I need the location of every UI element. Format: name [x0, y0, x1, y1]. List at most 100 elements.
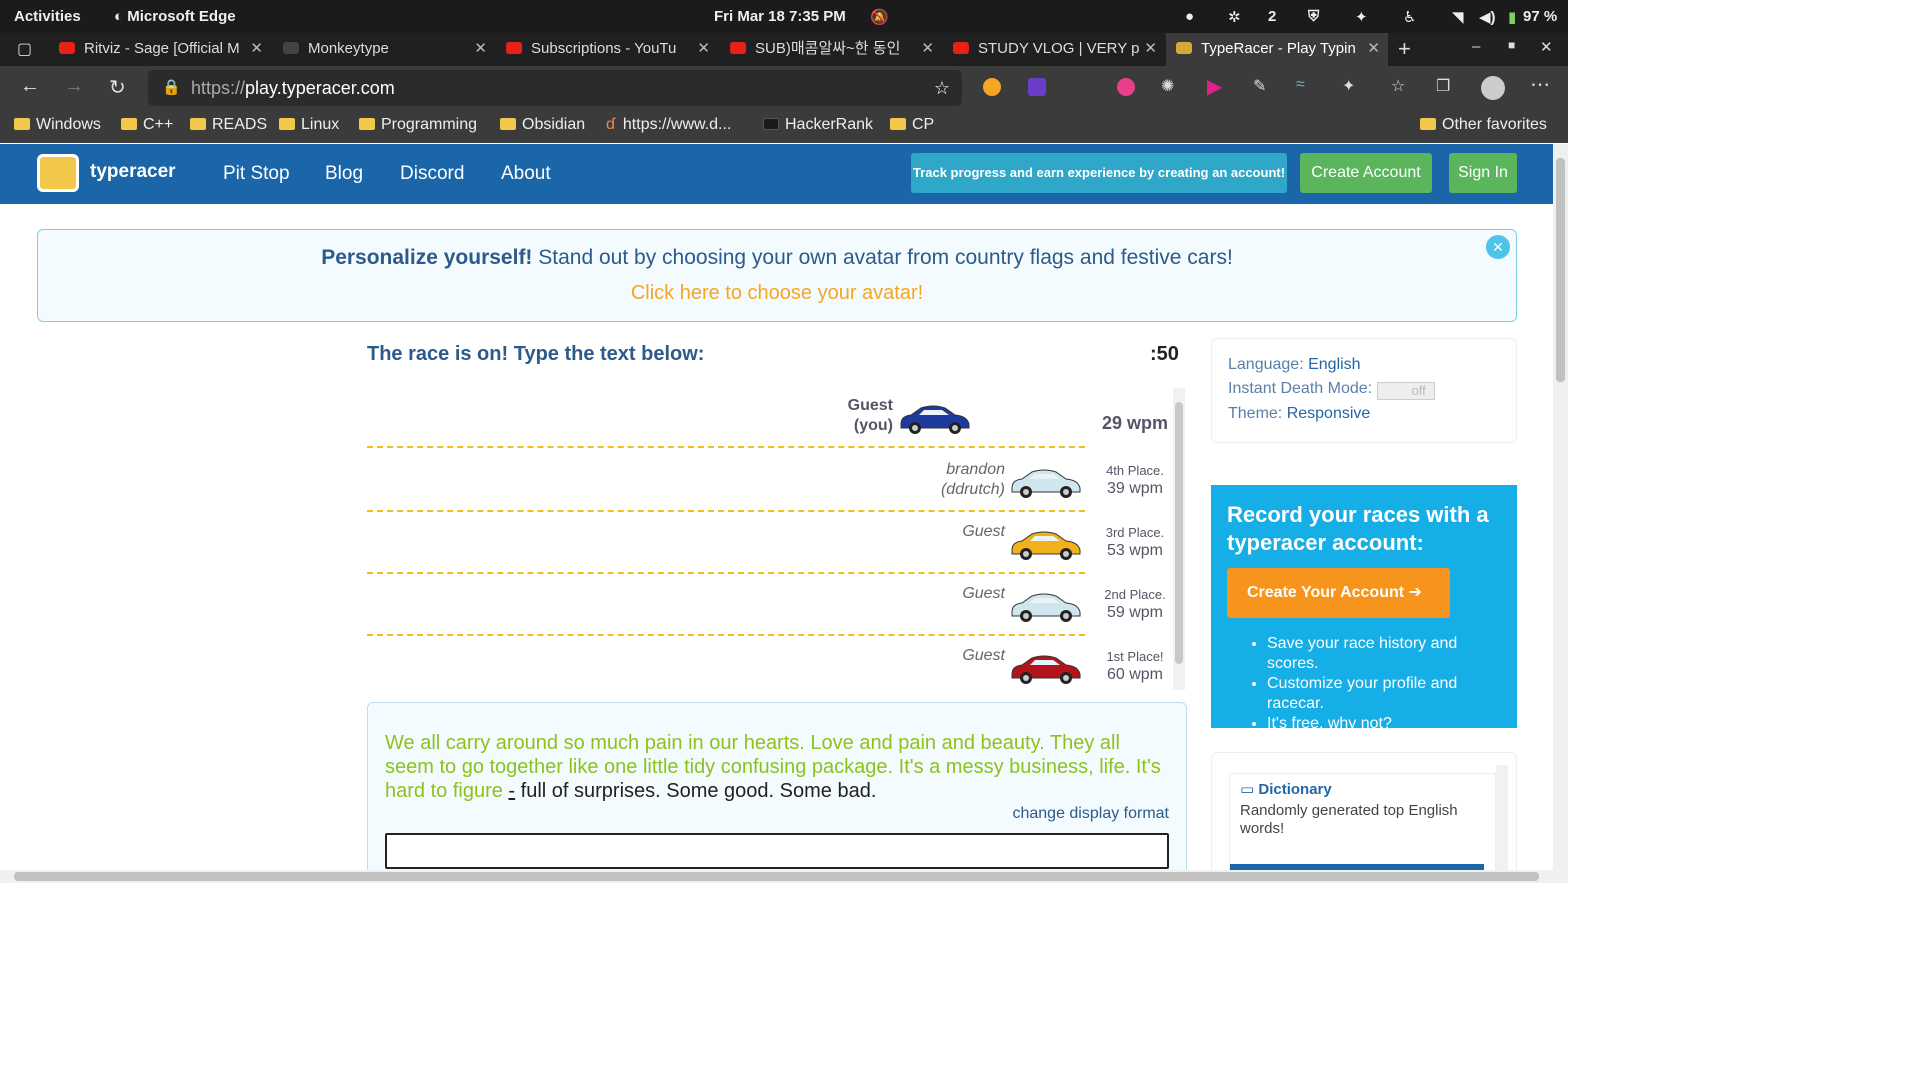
- tab-close-icon[interactable]: ✕: [921, 33, 934, 64]
- extension-4-icon[interactable]: ✺: [1161, 76, 1174, 96]
- accessibility-icon[interactable]: ♿: [1403, 8, 1416, 26]
- dictionary-scrollbar[interactable]: [1496, 765, 1508, 883]
- nav-discord[interactable]: Discord: [400, 163, 464, 185]
- bookmark-cp[interactable]: CP: [890, 116, 934, 134]
- maximize-button[interactable]: ■: [1508, 38, 1515, 52]
- wifi-icon[interactable]: ◥: [1452, 8, 1464, 26]
- profile-avatar[interactable]: [1481, 76, 1505, 100]
- notification-count[interactable]: 2: [1268, 8, 1276, 25]
- extension-icon[interactable]: ✦: [1355, 8, 1368, 26]
- race-text: We all carry around so much pain in our …: [385, 731, 1165, 803]
- promo-title: Record your races with a typeracer accou…: [1227, 502, 1489, 555]
- create-account-button[interactable]: Create Account: [1300, 153, 1432, 193]
- create-your-account-button[interactable]: Create Your Account ➔: [1227, 568, 1450, 618]
- bookmark-link[interactable]: ɗ https://www.d...: [606, 116, 731, 134]
- page-scrollbar-vertical[interactable]: [1553, 144, 1568, 870]
- bookmark-programming[interactable]: Programming: [359, 116, 477, 134]
- tab-1[interactable]: Ritviz - Sage [Official M ✕: [49, 33, 271, 66]
- instant-death-toggle[interactable]: off: [1376, 382, 1435, 400]
- page-scrollbar-horizontal[interactable]: [0, 870, 1568, 883]
- tab-4[interactable]: SUB)매콤알싸~한 동인 ✕: [720, 33, 942, 66]
- nav-blog[interactable]: Blog: [325, 163, 363, 185]
- clock[interactable]: Fri Mar 18 7:35 PM: [714, 8, 846, 25]
- tab-close-icon[interactable]: ✕: [1144, 33, 1157, 64]
- tab-title: Monkeytype: [308, 40, 389, 57]
- book-icon: ▭: [1240, 781, 1255, 798]
- forward-button[interactable]: →: [64, 75, 84, 98]
- lane-divider: [367, 634, 1085, 636]
- nav-about[interactable]: About: [501, 163, 551, 185]
- page-scroll-thumb[interactable]: [1556, 158, 1565, 382]
- racer-result: 2nd Place. 59 wpm: [1100, 586, 1170, 622]
- back-button[interactable]: ←: [20, 75, 40, 98]
- url-scheme: https://: [191, 78, 246, 98]
- avatar-banner: Personalize yourself! Stand out by choos…: [37, 229, 1517, 322]
- edge-app-label[interactable]: ◐ Microsoft Edge: [114, 8, 236, 25]
- tray-icon-2[interactable]: ✲: [1228, 8, 1241, 26]
- close-window-button[interactable]: ✕: [1540, 38, 1553, 56]
- promo-bullets: Save your race history and scores. Custo…: [1267, 634, 1513, 734]
- sign-in-button[interactable]: Sign In: [1449, 153, 1517, 193]
- track-progress-button[interactable]: Track progress and earn experience by cr…: [911, 153, 1287, 193]
- tab-actions-icon[interactable]: ▢: [17, 39, 32, 59]
- volume-icon[interactable]: ◀): [1479, 8, 1496, 26]
- activities-button[interactable]: Activities: [14, 8, 81, 25]
- extension-5-icon[interactable]: ▶: [1207, 74, 1222, 99]
- tab-favicon-icon: [730, 42, 746, 54]
- bookmark-other-favorites[interactable]: Other favorites: [1420, 116, 1547, 134]
- tab-5[interactable]: STUDY VLOG | VERY p ✕: [943, 33, 1165, 66]
- url-field[interactable]: 🔒 https://play.typeracer.com ☆: [148, 70, 962, 106]
- track-scroll-thumb[interactable]: [1175, 402, 1183, 664]
- tab-6[interactable]: TypeRacer - Play Typin ✕: [1166, 33, 1388, 66]
- do-not-disturb-icon: 🔕: [870, 9, 889, 26]
- extension-6-icon[interactable]: ✎: [1253, 76, 1266, 96]
- change-display-format-link[interactable]: change display format: [1012, 805, 1169, 823]
- language-value[interactable]: English: [1308, 356, 1360, 373]
- tray-icon-1[interactable]: ●: [1185, 8, 1194, 25]
- shield-icon[interactable]: ⛨: [1308, 8, 1319, 25]
- bookmark-reads[interactable]: READS: [190, 116, 267, 134]
- bookmark-hackerrank[interactable]: HackerRank: [763, 116, 873, 134]
- collections-icon[interactable]: ❐: [1436, 76, 1450, 96]
- bookmark-linux[interactable]: Linux: [279, 116, 339, 134]
- choose-avatar-link[interactable]: Click here to choose your avatar!: [38, 282, 1516, 305]
- nav-pit-stop[interactable]: Pit Stop: [223, 163, 290, 185]
- favorite-star-icon[interactable]: ☆: [934, 70, 950, 106]
- tab-3[interactable]: Subscriptions - YouTu ✕: [496, 33, 718, 66]
- new-tab-button[interactable]: +: [1398, 36, 1411, 62]
- bookmark-obsidian[interactable]: Obsidian: [500, 116, 585, 134]
- extension-3-icon[interactable]: [1117, 78, 1135, 96]
- refresh-button[interactable]: ↻: [109, 75, 126, 100]
- close-banner-icon[interactable]: ✕: [1486, 235, 1510, 259]
- tab-favicon-icon: [283, 42, 299, 54]
- track-scrollbar[interactable]: [1173, 388, 1185, 690]
- banner-message: Personalize yourself! Stand out by choos…: [38, 246, 1516, 270]
- tab-2[interactable]: Monkeytype ✕: [273, 33, 495, 66]
- theme-value[interactable]: Responsive: [1287, 405, 1371, 422]
- extension-7-icon[interactable]: ≈: [1296, 76, 1305, 94]
- lock-icon[interactable]: 🔒: [162, 70, 181, 106]
- bookmark-cpp[interactable]: C++: [121, 116, 173, 134]
- tab-close-icon[interactable]: ✕: [250, 33, 263, 64]
- page-hscroll-thumb[interactable]: [14, 872, 1539, 881]
- typeracer-logo-icon[interactable]: [37, 154, 79, 192]
- extension-2-icon[interactable]: [1028, 78, 1046, 96]
- racer-wpm: 53 wpm: [1106, 542, 1164, 559]
- extensions-icon[interactable]: ✦: [1342, 76, 1355, 96]
- typing-input[interactable]: [385, 833, 1169, 869]
- dictionary-card[interactable]: ▭ Dictionary Randomly generated top Engl…: [1229, 773, 1496, 874]
- tab-close-icon[interactable]: ✕: [1367, 33, 1380, 64]
- battery-icon[interactable]: ▮: [1508, 8, 1516, 26]
- tab-close-icon[interactable]: ✕: [474, 33, 487, 64]
- bookmark-windows[interactable]: Windows: [14, 116, 101, 134]
- tab-close-icon[interactable]: ✕: [697, 33, 710, 64]
- tab-favicon-icon: [953, 42, 969, 54]
- race-title: The race is on! Type the text below:: [367, 343, 705, 365]
- more-menu-icon[interactable]: ⋯: [1530, 72, 1550, 97]
- minimize-button[interactable]: ‒: [1472, 38, 1480, 55]
- tab-strip: ▢ Ritviz - Sage [Official M ✕ Monkeytype ✕ S…: [0, 33, 1568, 66]
- site-logo-text[interactable]: typeracer: [90, 161, 176, 183]
- extension-1-icon[interactable]: [983, 78, 1001, 96]
- favorites-icon[interactable]: ☆: [1391, 76, 1405, 96]
- tab-title: SUB)매콤알싸~한 동인: [755, 40, 901, 57]
